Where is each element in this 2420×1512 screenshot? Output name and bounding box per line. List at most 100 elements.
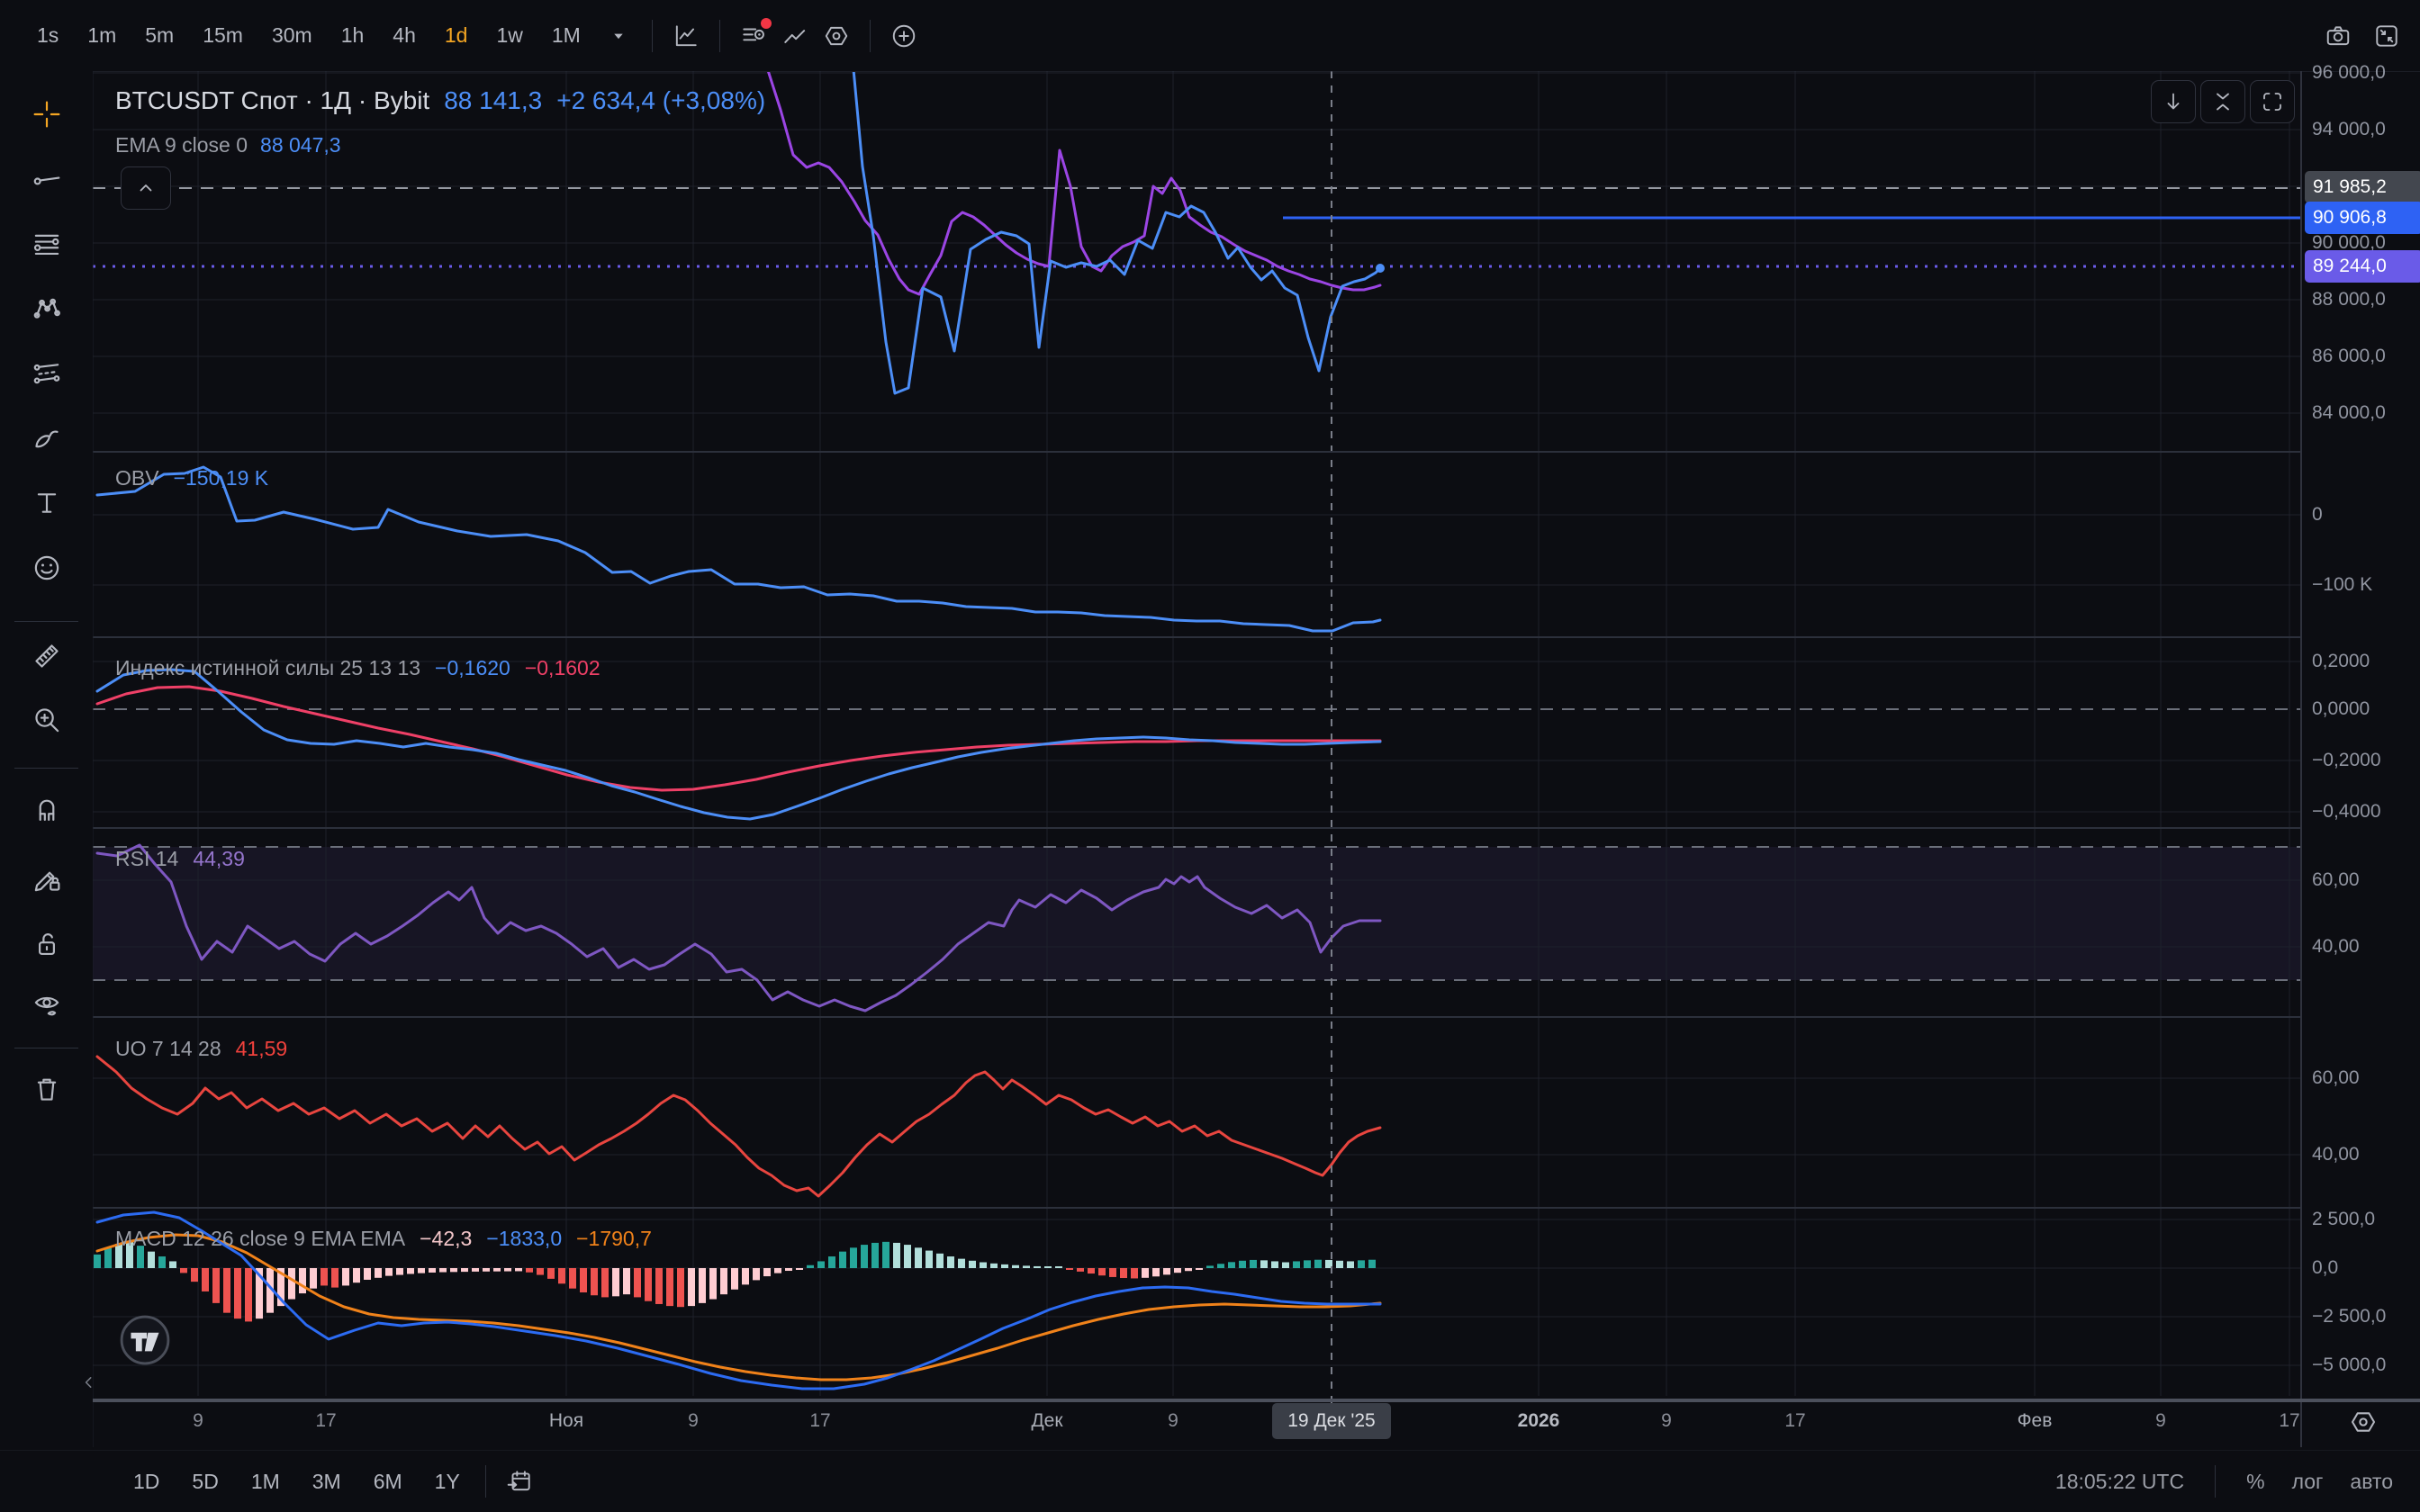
log-scale-button[interactable]: лог bbox=[2283, 1464, 2333, 1499]
tv-logo-icon bbox=[119, 1314, 171, 1366]
axis-tick: 0,0000 bbox=[2312, 698, 2370, 720]
chevron-up-icon bbox=[133, 176, 158, 201]
gear-hex-button[interactable] bbox=[816, 15, 857, 57]
uo-value: 41,59 bbox=[236, 1037, 288, 1061]
goto-date-button[interactable] bbox=[499, 1461, 540, 1502]
sidebar-divider bbox=[14, 768, 78, 769]
ruler-icon bbox=[32, 641, 62, 671]
timeframe-1d[interactable]: 1d bbox=[433, 16, 480, 55]
maximize-pane-button[interactable] bbox=[2250, 80, 2295, 123]
emoji-tool[interactable] bbox=[28, 549, 66, 587]
obv-legend[interactable]: OBV −150,19 K bbox=[115, 466, 268, 490]
chart-indicators-icon bbox=[673, 22, 700, 50]
tsi-legend[interactable]: Индекс истинной силы 25 13 13 −0,1620 −0… bbox=[115, 656, 600, 680]
compare-button[interactable] bbox=[774, 15, 816, 57]
text-tool[interactable] bbox=[28, 484, 66, 522]
fib-lines-tool[interactable] bbox=[28, 225, 66, 263]
ema-indicator-label[interactable]: EMA 9 close 0 bbox=[115, 133, 248, 158]
last-price: 88 141,3 bbox=[444, 86, 542, 115]
range-1D[interactable]: 1D bbox=[121, 1462, 172, 1501]
tsi-line bbox=[97, 670, 1380, 819]
plus-circle-button[interactable] bbox=[883, 15, 925, 57]
camera-icon bbox=[2325, 22, 2352, 50]
templates-button[interactable] bbox=[733, 15, 774, 57]
exit-fullscreen-icon bbox=[2373, 22, 2400, 50]
time-label: 17 bbox=[809, 1410, 830, 1432]
tsi-value-2: −0,1602 bbox=[525, 656, 600, 680]
camera-button[interactable] bbox=[2317, 15, 2359, 57]
collapse-toolbar-button[interactable] bbox=[76, 1364, 103, 1400]
clock[interactable]: 18:05:22 UTC bbox=[2046, 1464, 2193, 1499]
range-3M[interactable]: 3M bbox=[300, 1462, 354, 1501]
zoom-in-tool[interactable] bbox=[28, 701, 66, 739]
time-label: 9 bbox=[1168, 1410, 1178, 1432]
notification-dot bbox=[761, 18, 772, 29]
range-5D[interactable]: 5D bbox=[179, 1462, 230, 1501]
time-label: Ноя bbox=[549, 1410, 583, 1432]
timeframe-1M[interactable]: 1M bbox=[540, 16, 592, 55]
timeframe-1h[interactable]: 1h bbox=[330, 16, 376, 55]
axis-tick: 0 bbox=[2312, 504, 2323, 526]
trash-tool[interactable] bbox=[28, 1070, 66, 1108]
range-1Y[interactable]: 1Y bbox=[422, 1462, 473, 1501]
axis-tick: 88 000,0 bbox=[2312, 289, 2386, 310]
chart-plot-canvas[interactable] bbox=[0, 0, 2420, 1512]
expand-line-button[interactable] bbox=[121, 166, 171, 210]
time-label: 2026 bbox=[1518, 1410, 1560, 1432]
range-6M[interactable]: 6M bbox=[361, 1462, 415, 1501]
timeframe-30m[interactable]: 30m bbox=[260, 16, 324, 55]
timeframe-4h[interactable]: 4h bbox=[381, 16, 428, 55]
obv-line bbox=[97, 467, 1380, 631]
timeframe-1w[interactable]: 1w bbox=[484, 16, 534, 55]
auto-scale-button[interactable]: авто bbox=[2341, 1464, 2402, 1499]
tradingview-app: 1s1m5m15m30m1h4h1d1w1M BTCUSDT Спот · 1Д… bbox=[0, 0, 2420, 1512]
timeframe-1m[interactable]: 1m bbox=[76, 16, 128, 55]
brush-tool[interactable] bbox=[28, 419, 66, 457]
axis-tick: −0,4000 bbox=[2312, 801, 2381, 823]
ruler-tool[interactable] bbox=[28, 637, 66, 675]
edit-lock-tool[interactable] bbox=[28, 860, 66, 898]
axis-tick: 60,00 bbox=[2312, 869, 2360, 891]
time-label: 9 bbox=[193, 1410, 203, 1432]
text-icon bbox=[32, 488, 62, 518]
arrow-down-button[interactable] bbox=[2151, 80, 2196, 123]
timeframe-5m[interactable]: 5m bbox=[133, 16, 185, 55]
calendar-goto-icon bbox=[506, 1468, 533, 1495]
macd-legend[interactable]: MACD 12 26 close 9 EMA EMA −42,3 −1833,0… bbox=[115, 1227, 652, 1251]
tradingview-logo[interactable] bbox=[119, 1314, 171, 1366]
percent-scale-button[interactable]: % bbox=[2237, 1464, 2273, 1499]
lock-tool[interactable] bbox=[28, 925, 66, 963]
tsi-label: Индекс истинной силы 25 13 13 bbox=[115, 656, 420, 680]
exit-fullscreen-button[interactable] bbox=[2366, 15, 2407, 57]
axis-tick: 40,00 bbox=[2312, 936, 2360, 958]
timeframe-dropdown-button[interactable] bbox=[598, 15, 639, 57]
hide-drawings-tool[interactable] bbox=[28, 986, 66, 1024]
axis-tick: −5 000,0 bbox=[2312, 1354, 2386, 1376]
chart-legend: BTCUSDT Спот · 1Д · Bybit 88 141,3 +2 63… bbox=[115, 86, 765, 158]
chart-indicators-button[interactable] bbox=[665, 15, 707, 57]
price-badge-indigo: 89 244,0 bbox=[2305, 250, 2420, 283]
symbol-title[interactable]: BTCUSDT Спот · 1Д · Bybit bbox=[115, 86, 429, 115]
timeframe-1s[interactable]: 1s bbox=[25, 16, 70, 55]
axis-tick: 0,0 bbox=[2312, 1257, 2338, 1279]
fib-lines-icon bbox=[32, 229, 62, 259]
crosshair-icon bbox=[32, 99, 62, 130]
arrow-down-icon bbox=[2161, 89, 2186, 114]
magnet-tool[interactable] bbox=[28, 791, 66, 829]
date-range-switcher: 1D5D1M3M6M1Y bbox=[121, 1462, 473, 1501]
timeframe-15m[interactable]: 15m bbox=[191, 16, 255, 55]
uo-legend[interactable]: UO 7 14 28 41,59 bbox=[115, 1037, 287, 1061]
pattern-tool[interactable] bbox=[28, 290, 66, 328]
axis-tick: −2 500,0 bbox=[2312, 1306, 2386, 1328]
trend-line-tool[interactable] bbox=[28, 160, 66, 198]
channel-tool[interactable] bbox=[28, 355, 66, 392]
range-1M[interactable]: 1M bbox=[239, 1462, 293, 1501]
rsi-legend[interactable]: RSI 14 44,39 bbox=[115, 847, 245, 871]
price-badge-grey: 91 985,2 bbox=[2305, 171, 2420, 203]
time-scale-settings-button[interactable] bbox=[2344, 1403, 2382, 1441]
time-label: 9 bbox=[2155, 1410, 2166, 1432]
crosshair-tool[interactable] bbox=[28, 95, 66, 133]
channel-icon bbox=[32, 358, 62, 389]
collapse-pane-button[interactable] bbox=[2200, 80, 2245, 123]
lock-icon bbox=[32, 929, 62, 959]
